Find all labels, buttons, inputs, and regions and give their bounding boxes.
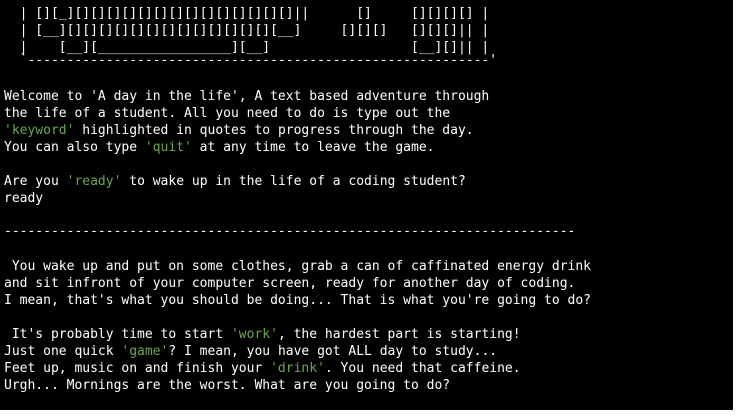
keyword-highlight: 'keyword' bbox=[4, 123, 75, 138]
story-line-1: You wake up and put on some clothes, gra… bbox=[4, 259, 591, 274]
intro-line-4: You can also type 'quit' at any time to … bbox=[4, 139, 435, 156]
intro-line-4-post: at any time to leave the game. bbox=[191, 140, 435, 155]
story-line-4: It's probably time to start 'work', the … bbox=[4, 326, 521, 343]
story-line-4-pre: It's probably time to start bbox=[4, 327, 231, 342]
terminal-window[interactable]: | [][_][][][][][][][][][][][][][][]|| []… bbox=[0, 0, 733, 410]
intro-line-1: Welcome to 'A day in the life', A text b… bbox=[4, 89, 490, 104]
story-line-5-post: ? I mean, you have got ALL day to study.… bbox=[168, 344, 498, 359]
drink-keyword: 'drink' bbox=[270, 361, 325, 376]
story-line-6-pre: Feet up, music on and finish your bbox=[4, 361, 271, 376]
story-line-6: Feet up, music on and finish your 'drink… bbox=[4, 360, 521, 377]
ready-prompt-post: to wake up in the life of a coding stude… bbox=[121, 174, 466, 189]
ascii-banner-line-2: | [__][][][][][][][][][][][][][][__] [][… bbox=[4, 23, 490, 38]
ascii-banner-line-1: | [][_][][][][][][][][][][][][][][]|| []… bbox=[4, 6, 490, 21]
story-line-3: I mean, that's what you should be doing.… bbox=[4, 293, 591, 308]
intro-line-3-text: highlighted in quotes to progress throug… bbox=[74, 123, 474, 138]
quit-keyword: 'quit' bbox=[144, 140, 192, 155]
ready-keyword: 'ready' bbox=[66, 174, 122, 189]
story-line-2: and sit infront of your computer screen,… bbox=[4, 276, 576, 291]
work-keyword: 'work' bbox=[230, 327, 278, 342]
intro-line-2: the life of a student. All you need to d… bbox=[4, 106, 451, 121]
story-line-4-post: , the hardest part is starting! bbox=[277, 327, 521, 342]
ascii-banner-line-4: `---------------------------------------… bbox=[4, 53, 498, 68]
ready-prompt-pre: Are you bbox=[4, 174, 67, 189]
story-line-7: Urgh... Mornings are the worst. What are… bbox=[4, 378, 451, 393]
story-line-6-post: . You need that caffeine. bbox=[324, 361, 521, 376]
intro-line-4-pre: You can also type bbox=[4, 140, 145, 155]
story-line-5-pre: Just one quick bbox=[4, 344, 122, 359]
user-input-ready: ready bbox=[4, 191, 44, 206]
story-line-5: Just one quick 'game'? I mean, you have … bbox=[4, 343, 497, 360]
ready-prompt: Are you 'ready' to wake up in the life o… bbox=[4, 173, 466, 190]
intro-line-3: 'keyword' highlighted in quotes to progr… bbox=[4, 122, 474, 139]
game-keyword: 'game' bbox=[121, 344, 169, 359]
section-divider: ----------------------------------------… bbox=[4, 224, 576, 239]
